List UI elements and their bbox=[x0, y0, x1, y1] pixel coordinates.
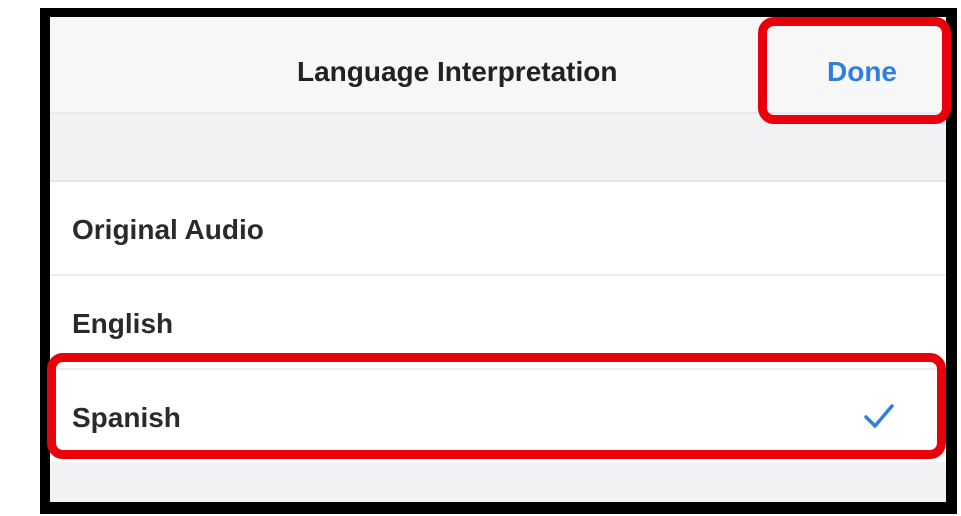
done-button[interactable]: Done bbox=[827, 56, 897, 88]
bottom-spacer bbox=[50, 462, 946, 502]
language-option-spanish[interactable]: Spanish bbox=[50, 368, 946, 462]
navigation-bar: Language Interpretation Done bbox=[50, 17, 946, 114]
screenshot-frame: Language Interpretation Done Original Au… bbox=[40, 8, 957, 514]
language-option-original-audio[interactable]: Original Audio bbox=[50, 182, 946, 274]
language-option-label: English bbox=[72, 308, 174, 339]
checkmark-icon bbox=[864, 404, 894, 428]
language-list: Original Audio English Spanish bbox=[50, 182, 946, 462]
section-spacer bbox=[50, 114, 946, 182]
page-title: Language Interpretation bbox=[297, 56, 618, 87]
language-interpretation-sheet: Language Interpretation Done Original Au… bbox=[50, 17, 946, 502]
language-option-english[interactable]: English bbox=[50, 274, 946, 368]
language-option-label: Original Audio bbox=[72, 214, 264, 245]
language-option-label: Spanish bbox=[72, 402, 181, 433]
